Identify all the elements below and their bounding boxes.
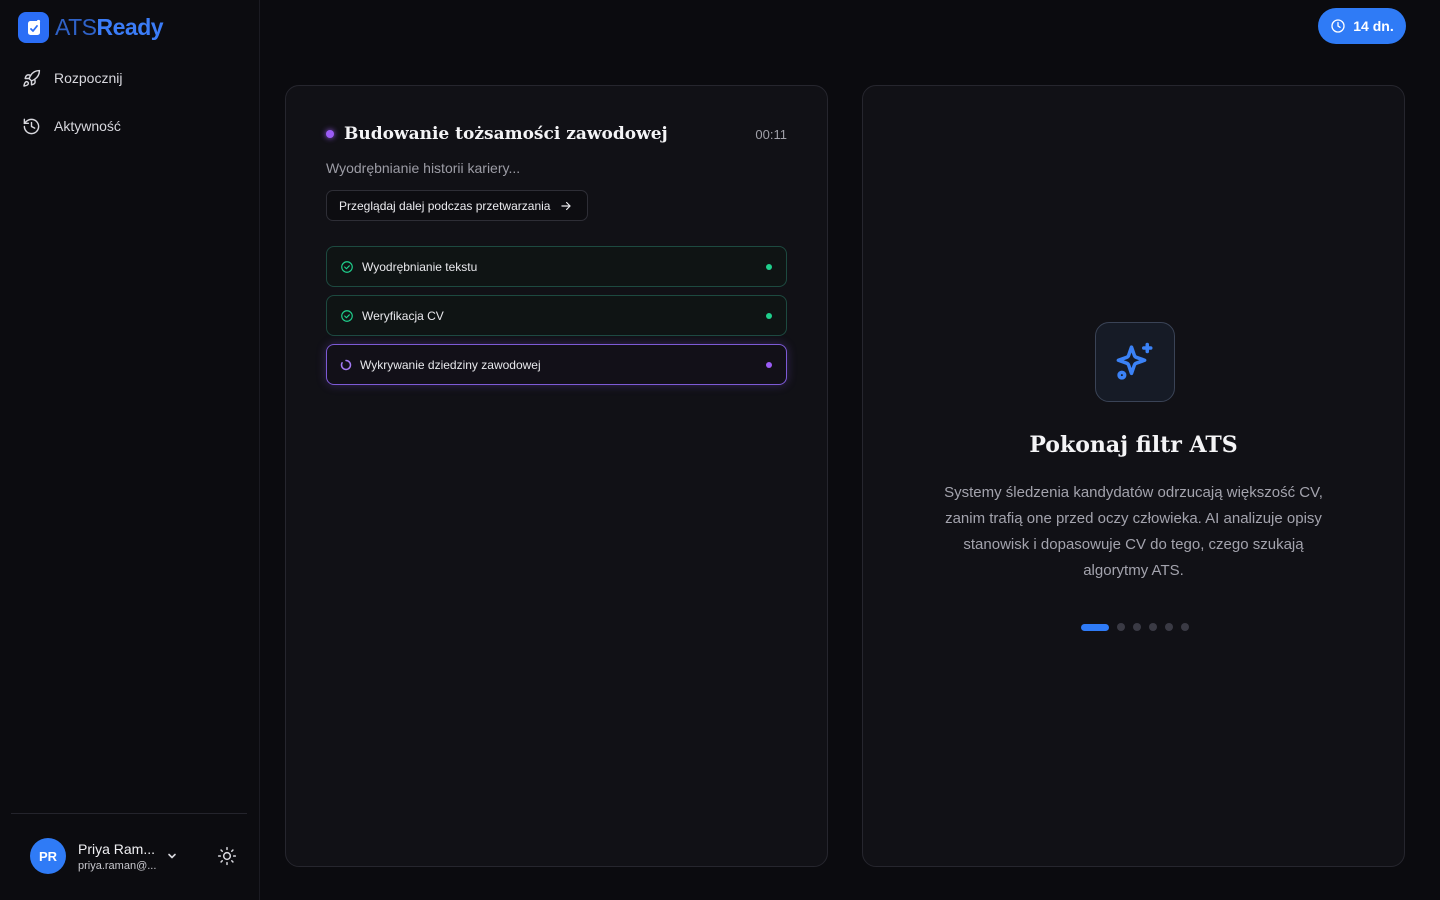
logo-icon [18,12,49,43]
feature-title: Pokonaj filtr ATS [1029,432,1238,458]
rocket-icon [23,69,41,87]
pager-dot[interactable] [1181,623,1189,631]
spinner-icon [340,359,352,370]
user-email: priya.raman@... [78,859,157,872]
step-label: Wykrywanie dziedziny zawodowej [360,357,541,372]
step-status-dot [766,263,772,270]
sidebar-item-rozpocznij[interactable]: Rozpocznij [22,66,122,90]
feature-icon-tile [1095,322,1175,402]
pager-dot-active[interactable] [1081,623,1109,631]
step-item-text-extraction: Wyodrębnianie tekstu [326,246,787,287]
processing-subtitle: Wyodrębnianie historii kariery... [326,160,521,176]
history-icon [23,118,40,134]
processing-steps: Wyodrębnianie tekstu Weryfikacja CV Wykr… [326,246,787,393]
sidebar-item-label: Rozpocznij [54,70,123,86]
sparkles-icon [1116,342,1153,380]
step-status-dot [766,312,772,319]
brand-logo[interactable]: ATSReady [18,12,164,43]
avatar: PR [30,838,66,874]
step-label: Wyodrębnianie tekstu [362,259,478,274]
sun-icon[interactable] [217,846,237,866]
processing-header: Budowanie tożsamości zawodowej 00:11 [326,124,787,144]
sidebar: ATSReady Rozpocznij Aktywność PR Priya R… [0,0,260,900]
step-item-domain-detection: Wykrywanie dziedziny zawodowej [326,344,787,385]
user-menu[interactable]: PR Priya Ram... priya.raman@... [30,838,176,874]
pager-dot[interactable] [1165,623,1173,631]
trial-days-label: 14 dn. [1353,18,1394,34]
step-item-cv-verification: Weryfikacja CV [326,295,787,336]
user-info: Priya Ram... priya.raman@... [78,841,158,872]
processing-card: Budowanie tożsamości zawodowej 00:11 Wyo… [285,85,828,867]
brand-name: ATSReady [55,14,164,41]
processing-status-dot [326,130,334,138]
browse-while-processing-button[interactable]: Przeglądaj dalej podczas przetwarzania [326,190,589,221]
chevron-down-icon[interactable] [166,850,178,862]
trial-days-button[interactable]: 14 dn. [1318,8,1406,44]
browse-button-label: Przeglądaj dalej podczas przetwarzania [339,198,551,213]
processing-timer: 00:11 [755,126,787,142]
clock-icon [1331,19,1345,33]
processing-title: Budowanie tożsamości zawodowej [344,124,668,144]
step-status-dot [766,361,772,368]
pager-dot[interactable] [1149,623,1157,631]
sidebar-divider [11,813,247,814]
feature-description: Systemy śledzenia kandydatów odrzucają w… [944,484,1323,579]
check-circle-icon [341,260,353,273]
sidebar-item-aktywnosc[interactable]: Aktywność [22,114,122,138]
check-circle-icon [341,309,353,322]
feature-carousel-card: Pokonaj filtr ATS Systemy śledzenia kand… [862,85,1405,867]
brand-name-part2: Ready [96,14,164,40]
pager-dot[interactable] [1117,623,1125,631]
pager-dot[interactable] [1133,623,1141,631]
user-name: Priya Ram... [78,840,156,857]
brand-name-part1: ATS [55,14,97,40]
sidebar-nav: Rozpocznij Aktywność [22,66,122,162]
sidebar-item-label: Aktywność [54,118,121,134]
step-label: Weryfikacja CV [362,308,444,323]
carousel-pager [1081,623,1189,631]
arrow-right-icon [561,201,572,210]
